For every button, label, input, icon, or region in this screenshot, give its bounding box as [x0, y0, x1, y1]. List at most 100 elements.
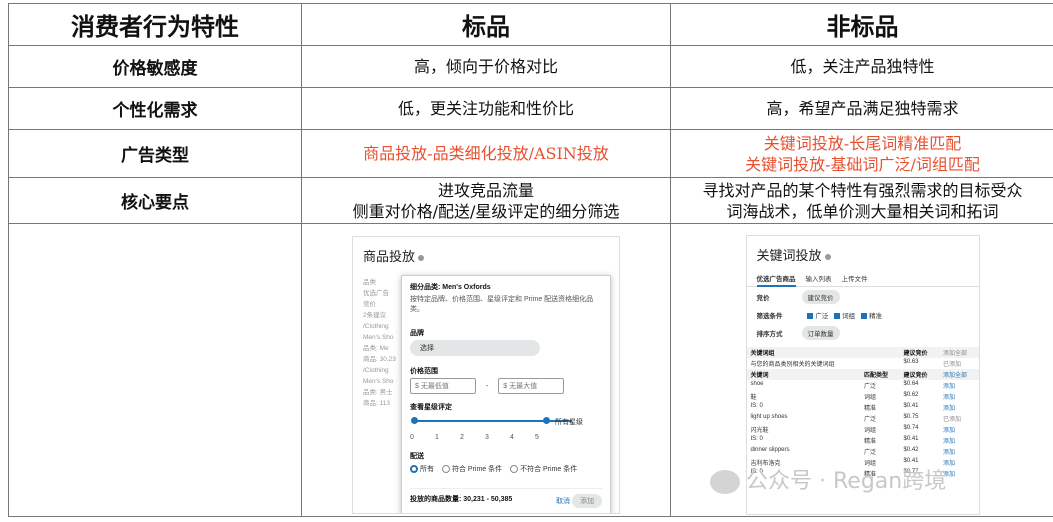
rating-ticks: 0 1 2 3 4 5	[410, 434, 602, 441]
empty-cell	[8, 223, 302, 517]
screenshot-title: 关键词投放	[756, 248, 822, 263]
match-type-cell: 词组	[864, 395, 877, 401]
sort-label: 排序方式	[756, 331, 783, 338]
keyword-cell: 闪光鞋	[750, 428, 769, 434]
tick-label: 3	[485, 434, 489, 441]
bid-cell: $0.64	[903, 381, 919, 387]
group-desc: 与您的商品类别相关的关键词组	[750, 362, 835, 368]
product-count: 投放的商品数量: 30,231 - 50,385	[410, 496, 513, 503]
add-link[interactable]: 添加	[939, 402, 979, 413]
tick-label: 5	[535, 434, 539, 441]
watermark: 公众号 · Regan跨境	[710, 463, 946, 495]
add-link[interactable]: 添加	[939, 435, 979, 446]
cell-nonstandard: 寻找对产品的某个特性有强烈需求的目标受众 词海战术，低单价测大量相关词和拓词	[670, 177, 1053, 224]
filter-option[interactable]: 词组	[842, 313, 855, 320]
radio-icon[interactable]	[510, 465, 519, 474]
row-label: 价格敏感度	[8, 45, 302, 88]
cell-line: 词海战术，低单价测大量相关词和拓词	[726, 201, 999, 221]
col-header: 建议竞价	[899, 347, 939, 358]
bg-line: 2条建议	[363, 312, 387, 319]
table-row: dinner slippers 广泛 $0.42 添加	[747, 446, 979, 457]
add-all-link[interactable]: 添加全部	[938, 347, 979, 358]
checkbox-icon[interactable]	[807, 313, 814, 320]
add-link[interactable]: 已添加	[939, 413, 979, 424]
add-link[interactable]: 添加	[939, 424, 979, 435]
tab-suggested[interactable]: 优选广告商品	[756, 276, 796, 287]
tab-enter-list[interactable]: 输入列表	[806, 276, 832, 283]
refine-desc: 按特定品牌、价格范围、星级评定和 Prime 配送资格细化品类。	[410, 296, 594, 313]
table-row: 核心要点 进攻竞品流量 侧重对价格/配送/星级评定的细分筛选 寻找对产品的某个特…	[8, 177, 1053, 224]
keyword-cell: dinner slippers	[750, 447, 790, 453]
cell-standard: 低，更关注功能和性价比	[301, 87, 671, 130]
bg-line: /Clothing	[363, 323, 389, 330]
keyword-tabs: 优选广告商品 输入列表 上传文件	[746, 270, 979, 287]
bg-line: 品类	[363, 279, 376, 286]
cell-nonstandard: 高，希望产品满足独特需求	[670, 87, 1053, 130]
checkbox-icon[interactable]	[860, 313, 867, 320]
cancel-button[interactable]: 取消	[556, 498, 570, 505]
shipping-option[interactable]: 符合 Prime 条件	[452, 466, 502, 473]
add-all-link[interactable]: 添加全部	[938, 369, 979, 380]
watermark-text: 公众号 · Regan跨境	[746, 469, 947, 494]
row-label: 个性化需求	[8, 87, 302, 130]
header-standard: 标品	[301, 3, 671, 46]
cell-line: 寻找对产品的某个特性有强烈需求的目标受众	[702, 180, 1023, 200]
match-type-cell: 精准	[864, 439, 877, 445]
brand-select[interactable]: 选择	[410, 340, 540, 356]
rating-slider[interactable]: 所有星级	[410, 416, 602, 426]
table-row: IS: 0 精准 $0.41 添加	[747, 402, 979, 413]
col-header: 关键词组	[746, 347, 860, 358]
add-link[interactable]: 添加	[939, 380, 979, 391]
table-row: 鞋 词组 $0.62 添加	[747, 391, 979, 402]
tick-label: 2	[460, 434, 464, 441]
comparison-table: 消费者行为特性 标品 非标品 价格敏感度 高，倾向于价格对比 低，关注产品独特性…	[8, 3, 1053, 517]
add-link[interactable]: 添加	[939, 446, 979, 457]
shipping-option[interactable]: 不符合 Prime 条件	[520, 466, 577, 473]
match-type-cell: 广泛	[864, 384, 877, 390]
slider-handle-min[interactable]	[411, 417, 418, 424]
table-row: 与您的商品类别相关的关键词组 $0.63 已添加	[747, 358, 979, 369]
col-header: 建议竞价	[899, 369, 939, 380]
price-max-input[interactable]: $ 无最大值	[498, 378, 565, 394]
sort-select[interactable]: 订单数量	[801, 326, 840, 340]
radio-icon[interactable]	[441, 465, 450, 474]
bid-select[interactable]: 建议竞价	[801, 290, 840, 304]
table-row: 广告类型 商品投放-品类细化投放/ASIN投放 关键词投放-长尾词精准匹配 关键…	[8, 129, 1053, 178]
match-type-cell: 词组	[864, 428, 877, 434]
tab-upload[interactable]: 上传文件	[842, 276, 868, 283]
table-row: shoe 广泛 $0.64 添加	[747, 380, 979, 391]
keyword-cell: IS: 0	[750, 436, 763, 442]
header-row: 消费者行为特性 标品 非标品	[8, 3, 1053, 46]
table-header: 关键词 匹配类型 建议竞价 添加全部	[746, 369, 979, 380]
price-label: 价格范围	[410, 368, 438, 375]
slider-handle-max[interactable]	[543, 417, 550, 424]
shipping-option[interactable]: 所有	[420, 466, 434, 473]
screenshot-title: 商品投放	[363, 249, 416, 264]
info-icon	[824, 253, 831, 260]
bg-line: 优选广告	[363, 290, 389, 297]
filter-option[interactable]: 广泛	[815, 313, 828, 320]
tick-label: 1	[435, 434, 439, 441]
cell-line: 进攻竞品流量	[437, 180, 534, 200]
bg-line: /Clothing	[363, 367, 389, 374]
header-behavior: 消费者行为特性	[8, 3, 302, 46]
table-row: 闪光鞋 词组 $0.74 添加	[747, 424, 979, 435]
wechat-icon	[710, 470, 740, 494]
col-header: 关键词	[746, 369, 860, 380]
add-link[interactable]: 添加	[939, 391, 979, 402]
add-button[interactable]: 添加	[572, 494, 602, 508]
match-type-cell: 精准	[864, 406, 877, 412]
price-min-input[interactable]: $ 无最低值	[410, 378, 476, 394]
checkbox-icon[interactable]	[834, 313, 841, 320]
refine-popup: 细分品类: Men's Oxfords 按特定品牌、价格范围、星级评定和 Pri…	[401, 275, 611, 513]
product-targeting-screenshot: 商品投放 品类 优选广告 竞价 2条建议 /Clothing Men's Sho…	[352, 236, 620, 514]
radio-icon[interactable]	[410, 465, 418, 474]
header-nonstandard: 非标品	[670, 3, 1053, 46]
rating-label: 查看星级评定	[410, 404, 452, 411]
group-bid: $0.63	[903, 359, 919, 365]
rating-all-label: 所有星级	[555, 419, 583, 426]
bg-line: 竞价	[363, 301, 376, 308]
row-label: 核心要点	[8, 177, 302, 224]
filter-option[interactable]: 精准	[869, 313, 882, 320]
match-type-cell: 广泛	[864, 417, 877, 423]
